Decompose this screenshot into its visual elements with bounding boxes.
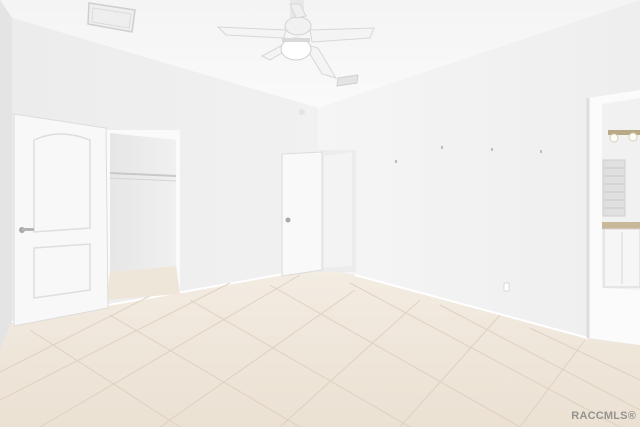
bathroom-vanity-top <box>602 222 640 229</box>
room-illustration <box>0 0 640 427</box>
wall-mark <box>540 150 542 153</box>
wall-sensor <box>299 109 305 115</box>
ceiling-fan-motor <box>284 16 312 36</box>
bathroom-light-bulb <box>628 132 638 142</box>
wall-outlet <box>503 282 510 292</box>
ceiling-fan-light-band <box>282 38 310 42</box>
middle-door-opening-interior <box>324 152 352 268</box>
bathroom-light-bulb <box>609 133 619 143</box>
wall-mark <box>491 148 493 151</box>
wall-mark <box>441 146 443 149</box>
middle-door-knob <box>285 217 291 223</box>
left-door-latch <box>22 228 34 231</box>
bedroom-photo: RACCMLS® <box>0 0 640 427</box>
wall-mark <box>395 160 397 163</box>
left-edge-wall <box>0 0 12 350</box>
closet-interior <box>110 133 176 272</box>
watermark: RACCMLS® <box>571 410 636 422</box>
middle-door <box>281 151 323 277</box>
